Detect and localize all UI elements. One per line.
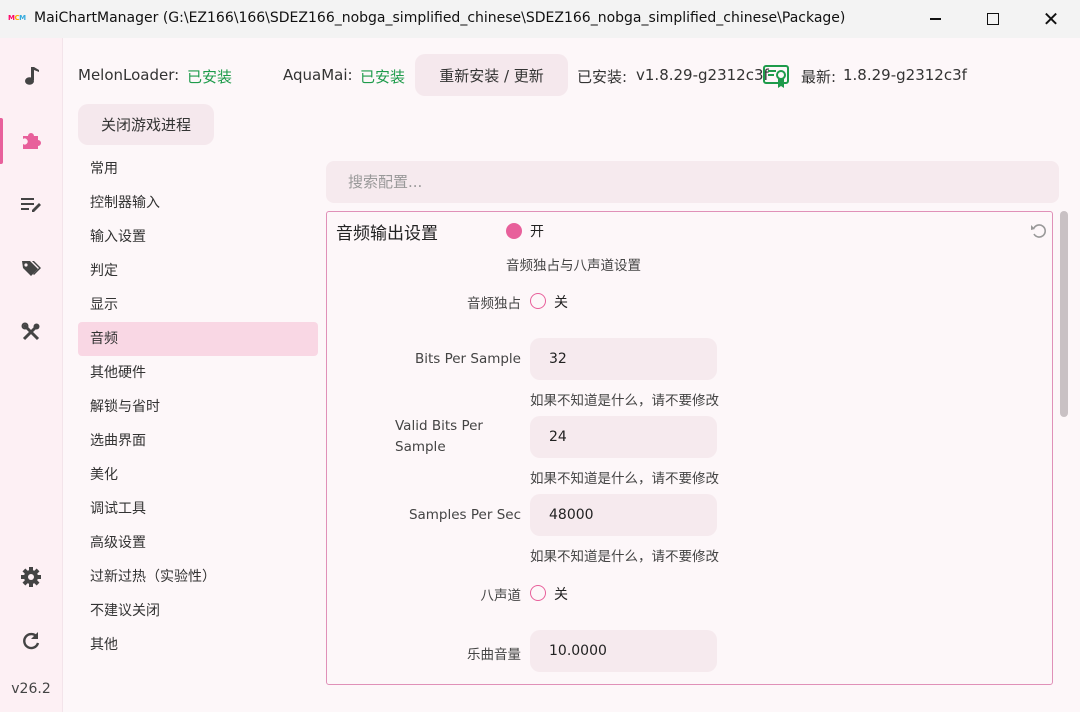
samples-per-sec-hint: 如果不知道是什么，请不要修改 [530, 549, 719, 565]
samples-per-sec-field[interactable]: 48000 [530, 494, 717, 536]
installed-label: 已安装: [577, 68, 628, 86]
nav-item[interactable]: 过新过热（实验性） [78, 560, 318, 594]
panel-description: 音频独占与八声道设置 [506, 258, 641, 274]
category-nav: 常用 控制器输入 输入设置 判定 显示 音频 其他硬件 解锁与省时 选曲界面 美… [78, 152, 318, 662]
enable-radio[interactable] [506, 223, 522, 239]
edit-list-icon [21, 198, 41, 212]
bits-per-sample-hint: 如果不知道是什么，请不要修改 [530, 393, 719, 409]
window-title: MaiChartManager (G:\EZ166\166\SDEZ166_no… [34, 10, 846, 26]
close-button[interactable]: ✕ [1022, 0, 1080, 38]
sidebar-item-editor[interactable] [0, 180, 62, 228]
nav-item[interactable]: 调试工具 [78, 492, 318, 526]
minimize-button[interactable] [906, 0, 964, 38]
music-note-icon [25, 67, 39, 85]
panel-title: 音频输出设置 [336, 224, 438, 244]
exclusive-radio[interactable] [530, 293, 546, 309]
nav-item[interactable]: 常用 [78, 152, 318, 186]
nav-item[interactable]: 高级设置 [78, 526, 318, 560]
certificate-icon [763, 65, 789, 88]
sidebar-item-tags[interactable] [0, 244, 62, 292]
music-volume-label: 乐曲音量 [467, 647, 521, 663]
melonloader-status: 已安装 [187, 68, 233, 86]
nav-item[interactable]: 美化 [78, 458, 318, 492]
nav-item[interactable]: 选曲界面 [78, 424, 318, 458]
app-logo-icon: MCM [8, 14, 26, 22]
bits-per-sample-label: Bits Per Sample [414, 351, 521, 367]
sidebar-item-charts[interactable] [0, 52, 62, 100]
maximize-button[interactable] [964, 0, 1022, 38]
nav-item[interactable]: 不建议关闭 [78, 594, 318, 628]
aquamai-status: 已安装 [360, 68, 406, 86]
tags-icon [22, 261, 41, 276]
sidebar-item-settings[interactable] [0, 553, 62, 601]
nav-item[interactable]: 输入设置 [78, 220, 318, 254]
sidebar: v26.2 [0, 38, 63, 712]
minimize-icon [929, 18, 941, 20]
reset-icon[interactable] [1030, 222, 1048, 240]
enable-label: 开 [530, 224, 544, 240]
sidebar-item-tools[interactable] [0, 308, 62, 356]
nav-item[interactable]: 控制器输入 [78, 186, 318, 220]
tools-icon [21, 322, 40, 341]
eight-channel-label: 八声道 [480, 588, 522, 604]
aquamai-label: AquaMai: [283, 66, 353, 84]
exclusive-label: 音频独占 [467, 296, 521, 312]
nav-item[interactable]: 显示 [78, 288, 318, 322]
valid-bits-field[interactable]: 24 [530, 416, 717, 458]
panel-scrollbar[interactable] [1060, 211, 1068, 417]
sidebar-item-refresh[interactable] [0, 617, 62, 665]
puzzle-icon [23, 133, 41, 149]
nav-item[interactable]: 其他硬件 [78, 356, 318, 390]
melonloader-label: MelonLoader: [78, 66, 180, 84]
gear-icon [21, 567, 41, 587]
nav-item[interactable]: 其他 [78, 628, 318, 662]
latest-label: 最新: [801, 68, 837, 86]
nav-item-selected[interactable]: 音频 [78, 322, 318, 356]
reinstall-update-button[interactable]: 重新安装 / 更新 [415, 54, 568, 96]
music-volume-field[interactable]: 10.0000 [530, 630, 717, 672]
title-bar: MCM MaiChartManager (G:\EZ166\166\SDEZ16… [0, 0, 1080, 38]
valid-bits-label: Valid Bits Per Sample [395, 418, 483, 455]
refresh-icon [23, 632, 40, 650]
config-search-input[interactable] [326, 161, 1059, 203]
exclusive-value: 关 [554, 295, 568, 311]
search-box [326, 161, 1059, 203]
latest-version: 1.8.29-g2312c3f [843, 66, 967, 84]
installed-version: v1.8.29-g2312c3f [636, 66, 769, 84]
eight-channel-value: 关 [554, 587, 568, 603]
nav-item[interactable]: 判定 [78, 254, 318, 288]
close-icon: ✕ [1042, 7, 1060, 31]
samples-per-sec-label: Samples Per Sec [408, 507, 521, 523]
sidebar-item-mods[interactable] [0, 116, 62, 164]
close-game-button[interactable]: 关闭游戏进程 [78, 104, 214, 145]
audio-settings-panel: 音频输出设置 开 音频独占与八声道设置 音频独占 关 Bits Per Samp… [326, 211, 1053, 685]
maximize-icon [987, 13, 999, 25]
app-version: v26.2 [11, 681, 51, 697]
eight-channel-radio[interactable] [530, 585, 546, 601]
nav-item[interactable]: 解锁与省时 [78, 390, 318, 424]
valid-bits-hint: 如果不知道是什么，请不要修改 [530, 471, 719, 487]
bits-per-sample-field[interactable]: 32 [530, 338, 717, 380]
